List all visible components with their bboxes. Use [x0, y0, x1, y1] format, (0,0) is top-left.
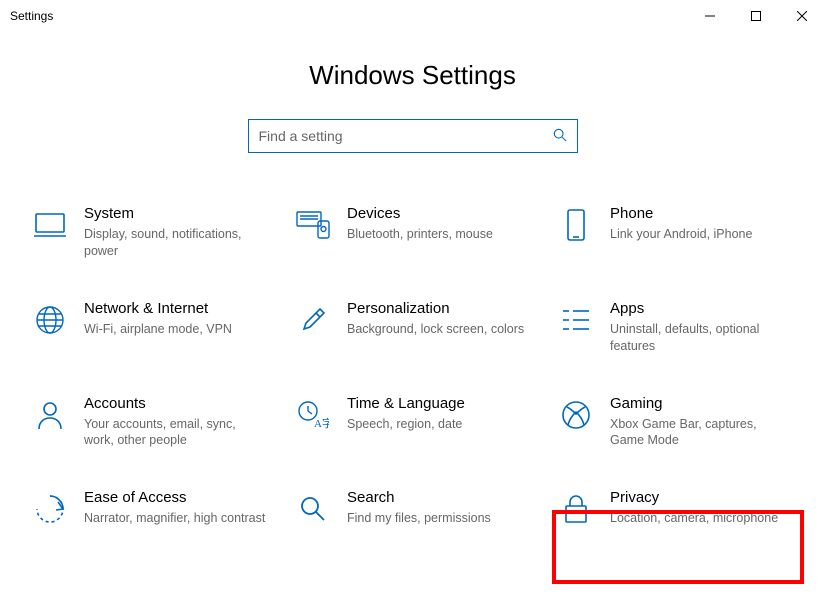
tile-phone[interactable]: Phone Link your Android, iPhone [554, 201, 797, 264]
tile-desc: Find my files, permissions [347, 510, 530, 527]
tile-desc: Narrator, magnifier, high contrast [84, 510, 267, 527]
tile-title: System [84, 205, 267, 222]
tile-search[interactable]: Search Find my files, permissions [291, 485, 534, 531]
tile-privacy[interactable]: Privacy Location, camera, microphone [554, 485, 797, 531]
search-box[interactable] [248, 119, 578, 153]
tile-system[interactable]: System Display, sound, notifications, po… [28, 201, 271, 264]
devices-icon [295, 207, 331, 243]
tile-title: Privacy [610, 489, 793, 506]
tile-network[interactable]: Network & Internet Wi-Fi, airplane mode,… [28, 296, 271, 359]
tile-time-language[interactable]: A字 Time & Language Speech, region, date [291, 391, 534, 454]
tile-apps[interactable]: Apps Uninstall, defaults, optional featu… [554, 296, 797, 359]
tile-title: Personalization [347, 300, 530, 317]
tile-personalization[interactable]: Personalization Background, lock screen,… [291, 296, 534, 359]
tile-desc: Display, sound, notifications, power [84, 226, 267, 260]
xbox-icon [558, 397, 594, 433]
tile-desc: Uninstall, defaults, optional features [610, 321, 793, 355]
minimize-button[interactable] [687, 0, 733, 32]
search-input[interactable] [259, 128, 553, 144]
window-controls [687, 0, 825, 32]
tile-title: Network & Internet [84, 300, 267, 317]
page-title: Windows Settings [0, 60, 825, 91]
tile-title: Time & Language [347, 395, 530, 412]
paintbrush-icon [295, 302, 331, 338]
tile-desc: Speech, region, date [347, 416, 530, 433]
system-icon [32, 207, 68, 243]
tile-gaming[interactable]: Gaming Xbox Game Bar, captures, Game Mod… [554, 391, 797, 454]
tile-title: Devices [347, 205, 530, 222]
tile-title: Phone [610, 205, 793, 222]
tile-title: Search [347, 489, 530, 506]
tile-desc: Bluetooth, printers, mouse [347, 226, 530, 243]
tile-desc: Link your Android, iPhone [610, 226, 793, 243]
svg-text:A字: A字 [314, 416, 329, 430]
tile-title: Ease of Access [84, 489, 267, 506]
tile-desc: Xbox Game Bar, captures, Game Mode [610, 416, 793, 450]
window-title: Settings [10, 9, 53, 23]
tile-title: Accounts [84, 395, 267, 412]
tile-desc: Your accounts, email, sync, work, other … [84, 416, 267, 450]
tile-accounts[interactable]: Accounts Your accounts, email, sync, wor… [28, 391, 271, 454]
globe-icon [32, 302, 68, 338]
tile-desc: Location, camera, microphone [610, 510, 793, 527]
maximize-button[interactable] [733, 0, 779, 32]
phone-icon [558, 207, 594, 243]
search-icon [553, 128, 567, 145]
ease-of-access-icon [32, 491, 68, 527]
person-icon [32, 397, 68, 433]
tile-desc: Wi-Fi, airplane mode, VPN [84, 321, 267, 338]
tile-ease-of-access[interactable]: Ease of Access Narrator, magnifier, high… [28, 485, 271, 531]
tile-desc: Background, lock screen, colors [347, 321, 530, 338]
apps-icon [558, 302, 594, 338]
tile-title: Apps [610, 300, 793, 317]
time-language-icon: A字 [295, 397, 331, 433]
title-bar: Settings [0, 0, 825, 32]
tile-devices[interactable]: Devices Bluetooth, printers, mouse [291, 201, 534, 264]
close-button[interactable] [779, 0, 825, 32]
settings-grid: System Display, sound, notifications, po… [0, 153, 825, 551]
lock-icon [558, 491, 594, 527]
magnifier-icon [295, 491, 331, 527]
tile-title: Gaming [610, 395, 793, 412]
